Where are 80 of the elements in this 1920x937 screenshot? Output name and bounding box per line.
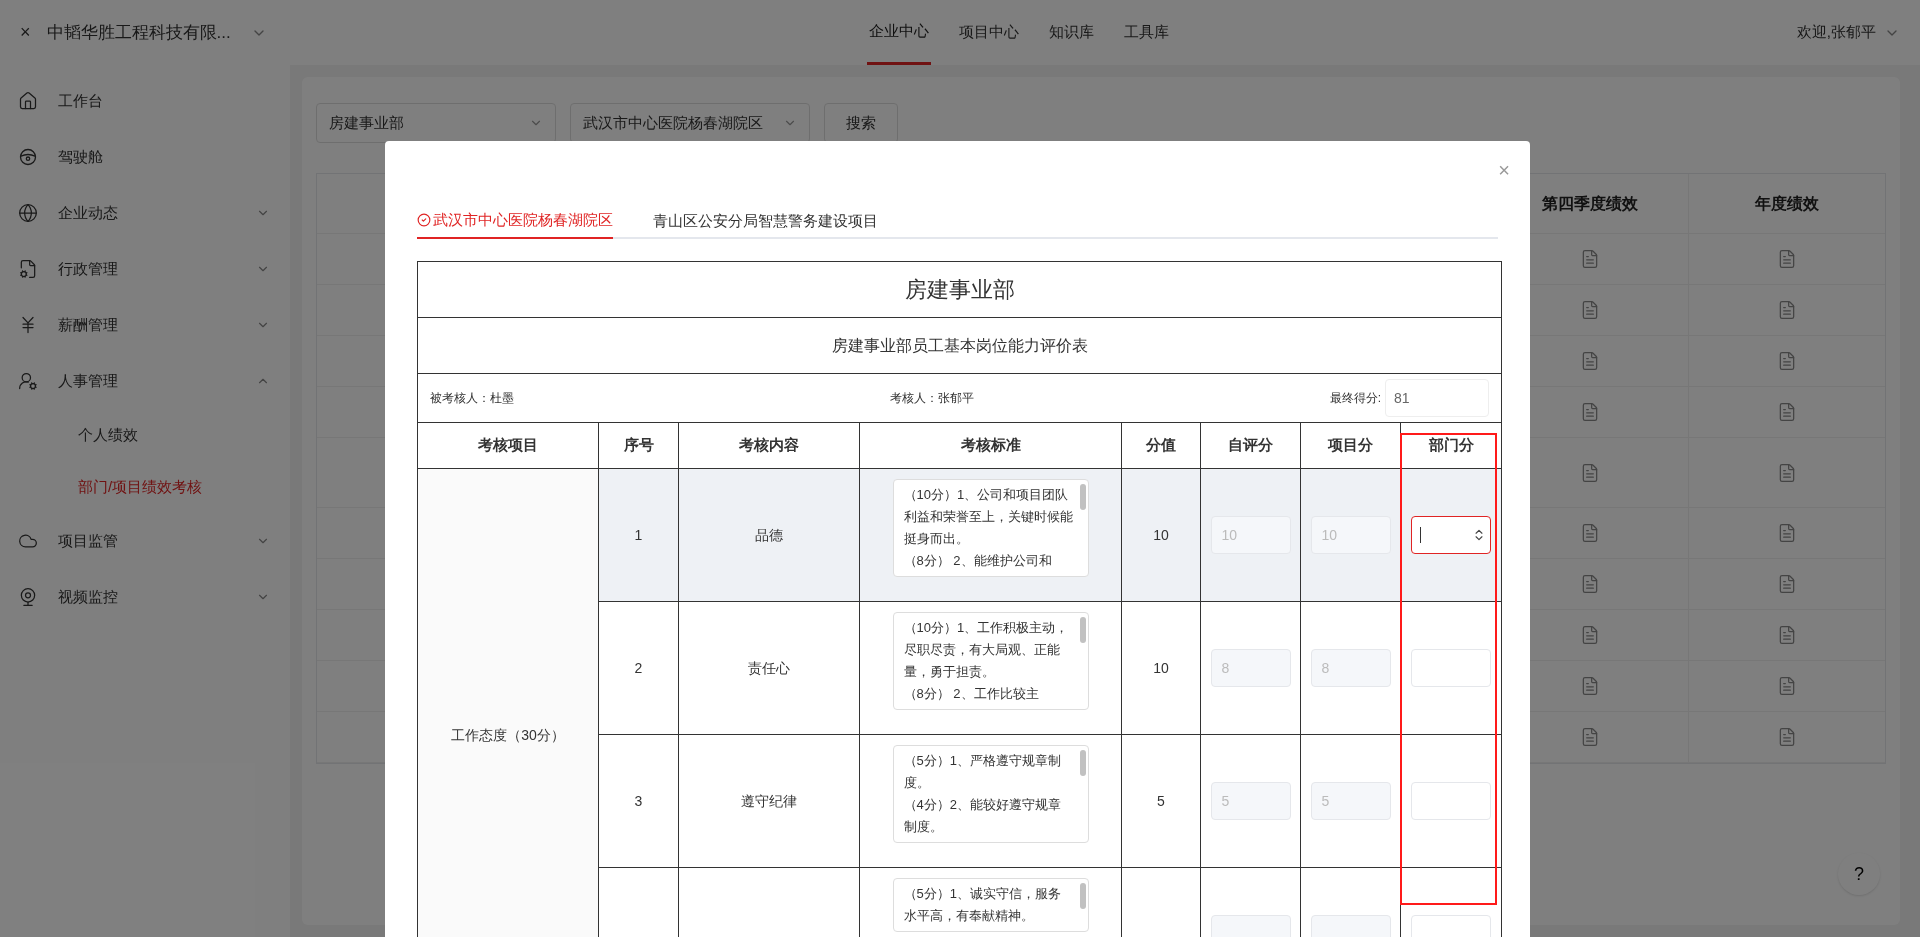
column-header: 考核内容 xyxy=(678,423,859,468)
score-input[interactable] xyxy=(1411,649,1491,687)
home-icon xyxy=(18,91,38,111)
scrollbar[interactable] xyxy=(1079,883,1086,909)
document-icon[interactable] xyxy=(1580,249,1600,269)
document-icon[interactable] xyxy=(1580,727,1600,747)
document-icon[interactable] xyxy=(1777,676,1797,696)
document-icon[interactable] xyxy=(1580,351,1600,371)
nav-tab[interactable]: 工具库 xyxy=(1121,0,1171,65)
column-header: 分值 xyxy=(1121,423,1200,468)
score-input[interactable] xyxy=(1411,782,1491,820)
document-gear-icon xyxy=(18,259,38,279)
sidebar-item[interactable]: 项目监管 xyxy=(0,513,290,569)
sidebar-item[interactable]: 行政管理 xyxy=(0,241,290,297)
nav-tab[interactable]: 知识库 xyxy=(1046,0,1096,65)
column-header: 序号 xyxy=(598,423,678,468)
document-icon[interactable] xyxy=(1777,462,1797,483)
document-icon[interactable] xyxy=(1580,574,1600,594)
document-icon[interactable] xyxy=(1580,462,1600,483)
standard-textarea[interactable]: （5分）1、严格遵守规章制度。 （4分）2、能较好遵守规章制度。 xyxy=(892,745,1089,843)
column-header: 考核标准 xyxy=(859,423,1121,468)
check-circle-icon xyxy=(417,213,431,227)
welcome-user[interactable]: 欢迎,张郁平 xyxy=(1796,21,1876,44)
globe-icon xyxy=(18,203,38,223)
tab[interactable]: 武汉市中心医院杨春湖院区 xyxy=(417,203,613,239)
document-icon[interactable] xyxy=(1777,300,1797,320)
assessor-label: 考核人：张郁平 xyxy=(888,390,975,407)
standard-textarea[interactable]: （10分）1、工作积极主动，尽职尽责，有大局观、正能量，勇于担责。 （8分） 2、工作比较主 xyxy=(892,612,1089,710)
document-icon[interactable] xyxy=(1580,300,1600,320)
sidebar-item[interactable]: 人事管理 xyxy=(0,353,290,409)
standard-textarea[interactable]: （5分）1、诚实守信，服务水平高，有奉献精神。 xyxy=(892,878,1089,932)
column-header: 考核项目 xyxy=(477,435,539,456)
scrollbar[interactable] xyxy=(1079,750,1086,776)
column-header: 自评分 xyxy=(1200,423,1300,468)
document-icon[interactable] xyxy=(1777,727,1797,747)
tab[interactable]: 青山区公安分局智慧警务建设项目 xyxy=(653,203,878,239)
score-cell-text: 10 xyxy=(1153,525,1169,545)
column-header: 年度绩效 xyxy=(1689,174,1885,234)
sidebar-item[interactable]: 工作台 xyxy=(0,73,290,129)
document-icon[interactable] xyxy=(1777,402,1797,422)
final-score-label: 最终得分: xyxy=(1329,390,1381,407)
webcam-icon xyxy=(18,587,38,607)
standard-textarea[interactable]: （10分）1、公司和项目团队利益和荣誉至上，关键时候能挺身而出。 （8分） 2、能维护公司和 xyxy=(892,479,1089,577)
row-number: 1 xyxy=(634,525,643,545)
content-cell-text: 遵守纪律 xyxy=(741,791,797,811)
content-cell-text: 责任心 xyxy=(748,658,790,678)
content-cell-text: 品德 xyxy=(755,525,783,545)
scrollbar[interactable] xyxy=(1079,617,1086,643)
sidebar-item[interactable]: 驾驶舱 xyxy=(0,129,290,185)
close-icon[interactable]: × xyxy=(20,19,31,46)
sidebar-item[interactable]: 视频监控 xyxy=(0,569,290,625)
nav-tab[interactable]: 企业中心 xyxy=(866,0,931,65)
number-input[interactable] xyxy=(1411,516,1491,554)
document-icon[interactable] xyxy=(1777,249,1797,269)
sidebar-item[interactable]: 企业动态 xyxy=(0,185,290,241)
document-icon[interactable] xyxy=(1580,402,1600,422)
assessee-label: 被考核人：杜墨 xyxy=(430,390,515,407)
group-cell: 工作态度（30分） xyxy=(418,469,598,937)
document-icon[interactable] xyxy=(1580,523,1600,543)
document-icon[interactable] xyxy=(1777,625,1797,645)
column-header: 项目分 xyxy=(1300,423,1400,468)
document-icon[interactable] xyxy=(1580,676,1600,696)
sidebar-item[interactable]: 薪酬管理 xyxy=(0,297,290,353)
form-title: 房建事业部 xyxy=(418,262,1501,318)
user-icon xyxy=(18,371,38,391)
company-name[interactable]: 中韬华胜工程科技有限... xyxy=(46,19,231,46)
document-icon[interactable] xyxy=(1580,625,1600,645)
document-icon[interactable] xyxy=(1777,574,1797,594)
final-score-field: 81 xyxy=(1385,379,1489,417)
score-cell-text: 5 xyxy=(1157,791,1165,811)
sidebar-subitem[interactable]: 个人绩效 xyxy=(0,409,290,461)
nav-tab[interactable]: 项目中心 xyxy=(956,0,1021,65)
form-subtitle: 房建事业部员工基本岗位能力评价表 xyxy=(418,318,1501,374)
document-icon[interactable] xyxy=(1777,523,1797,543)
sidebar-subitem[interactable]: 部门/项目绩效考核 xyxy=(0,461,290,513)
document-icon[interactable] xyxy=(1777,351,1797,371)
row-number: 3 xyxy=(634,791,643,811)
score-cell-text: 10 xyxy=(1153,658,1169,678)
scrollbar[interactable] xyxy=(1079,484,1086,510)
row-number: 2 xyxy=(634,658,643,678)
